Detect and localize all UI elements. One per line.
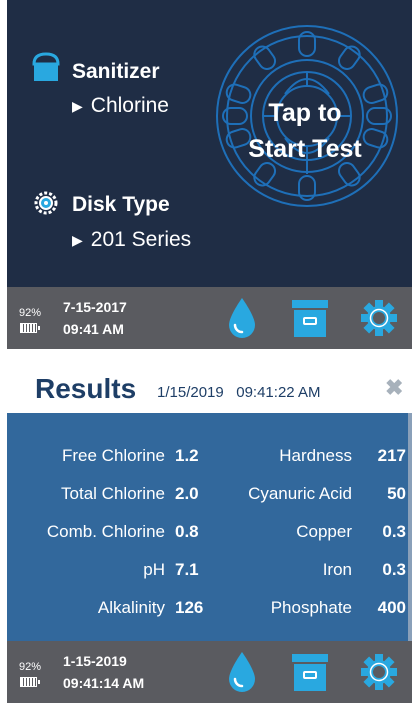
footer-time: 09:41:14 AM: [63, 675, 145, 691]
battery-percent: 92%: [19, 661, 42, 673]
settings-gear-icon[interactable]: [359, 296, 399, 340]
disk-type-label: Disk Type: [72, 193, 170, 216]
sanitizer-value: Chlorine: [90, 94, 169, 117]
result-value: 400: [377, 598, 406, 617]
disk-type-value-row: ▶ 201 Series: [72, 228, 191, 252]
battery-icon: [20, 677, 40, 687]
sanitizer-value-row: ▶ Chlorine: [72, 94, 169, 118]
battery-percent: 92%: [19, 307, 42, 319]
result-value: 7.1: [175, 560, 199, 579]
results-screen: Results 1/15/2019 09:41:22 AM ✖ Free Chl…: [7, 361, 412, 703]
result-label: Free Chlorine: [62, 446, 165, 465]
status-footer: 92% 7-15-2017 09:41 AM: [7, 287, 412, 349]
result-label: pH: [143, 560, 165, 579]
footer-time: 09:41 AM: [63, 321, 124, 337]
result-label: Comb. Chlorine: [46, 522, 165, 541]
water-drop-icon[interactable]: [227, 650, 257, 694]
result-value: 217: [377, 446, 406, 465]
home-screen: Sanitizer ▶ Chlorine Disk Type ▶ 201 Ser…: [7, 0, 412, 349]
footer-date: 1-15-2019: [63, 653, 127, 669]
result-value: 0.3: [382, 560, 406, 579]
sanitizer-label: Sanitizer: [72, 60, 160, 83]
triangle-right-icon: ▶: [72, 97, 83, 114]
archive-box-icon[interactable]: [290, 650, 330, 694]
battery-icon: [20, 323, 40, 333]
triangle-right-icon: ▶: [72, 231, 83, 248]
result-value: 2.0: [175, 484, 199, 503]
result-label: Copper: [296, 522, 352, 541]
results-header: Results 1/15/2019 09:41:22 AM ✖: [7, 361, 412, 413]
close-icon[interactable]: ✖: [385, 375, 403, 401]
disk-gear-icon: [34, 191, 58, 215]
start-test-line1: Tap to: [268, 99, 342, 127]
result-label: Alkalinity: [97, 598, 165, 617]
result-value: 0.3: [382, 522, 406, 541]
result-label: Phosphate: [270, 598, 352, 617]
results-title: Results: [35, 373, 137, 404]
archive-box-icon[interactable]: [290, 296, 330, 340]
result-label: Cyanuric Acid: [248, 484, 352, 503]
result-label: Iron: [322, 560, 352, 579]
status-footer: 92% 1-15-2019 09:41:14 AM: [7, 641, 412, 703]
results-datetime: 1/15/2019 09:41:22 AM: [157, 384, 321, 401]
result-value: 1.2: [175, 446, 199, 465]
result-value: 50: [387, 484, 406, 503]
disk-type-value: 201 Series: [90, 228, 192, 251]
footer-date: 7-15-2017: [63, 299, 127, 315]
result-value: 0.8: [175, 522, 199, 541]
water-drop-icon[interactable]: [227, 296, 257, 340]
result-label: Hardness: [279, 446, 352, 465]
start-test-line2: Start Test: [248, 135, 362, 163]
settings-gear-icon[interactable]: [359, 650, 399, 694]
result-value: 126: [175, 598, 204, 617]
scrollbar[interactable]: [408, 413, 412, 641]
result-label: Total Chlorine: [61, 484, 165, 503]
sanitizer-bottle-icon: [32, 52, 60, 81]
